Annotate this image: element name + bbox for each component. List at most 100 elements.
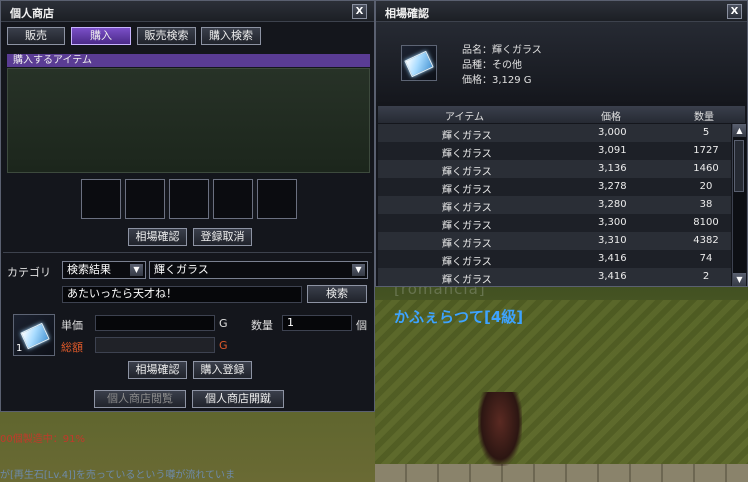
scroll-down-icon[interactable]: ▼ bbox=[733, 273, 746, 286]
market-header: 相場確認 X bbox=[376, 1, 747, 22]
item-slot-4[interactable] bbox=[213, 179, 253, 219]
personal-shop-window: 個人商店 X 販売 購入 販売検索 購入検索 購入するアイテム 相場確認 登録取… bbox=[0, 0, 375, 412]
column-price: 価格 bbox=[601, 112, 621, 123]
search-button[interactable]: 検索 bbox=[307, 285, 367, 303]
column-item: アイテム bbox=[445, 112, 484, 123]
table-cell-quantity: 38 bbox=[699, 199, 713, 210]
table-cell-item: 輝くガラス bbox=[442, 167, 492, 178]
table-cell-item: 輝くガラス bbox=[442, 221, 492, 232]
buy-item-list[interactable] bbox=[7, 68, 370, 173]
table-row[interactable]: 輝くガラス 3,280 38 bbox=[378, 196, 731, 214]
grass-ground bbox=[375, 300, 748, 482]
player-character[interactable] bbox=[478, 392, 522, 466]
table-cell-price: 3,000 bbox=[598, 127, 627, 138]
scrollbar[interactable]: ▲ ▼ bbox=[732, 124, 746, 286]
table-cell-price: 3,091 bbox=[598, 145, 627, 156]
purchase-register-button[interactable]: 購入登録 bbox=[193, 361, 252, 379]
item-select[interactable]: 輝くガラス ▼ bbox=[149, 261, 368, 279]
table-cell-price: 3,300 bbox=[598, 217, 627, 228]
table-row[interactable]: 輝くガラス 3,278 20 bbox=[378, 178, 731, 196]
stone-path bbox=[375, 464, 748, 482]
cancel-registration-button[interactable]: 登録取消 bbox=[193, 228, 252, 246]
table-cell-price: 3,310 bbox=[598, 235, 627, 246]
table-row[interactable]: 輝くガラス 3,136 1460 bbox=[378, 160, 731, 178]
glass-icon bbox=[20, 322, 50, 350]
table-header: アイテム 価格 数量 bbox=[378, 106, 745, 123]
stack-count: 1 bbox=[16, 343, 23, 354]
table-row[interactable]: 輝くガラス 3,000 5 bbox=[378, 124, 731, 142]
table-cell-item: 輝くガラス bbox=[442, 185, 492, 196]
shop-title: 個人商店 bbox=[10, 7, 54, 20]
item-select-value: 輝くガラス bbox=[154, 263, 209, 276]
category-select[interactable]: 検索結果 ▼ bbox=[62, 261, 146, 279]
table-cell-price: 3,278 bbox=[598, 181, 627, 192]
item-slot-5[interactable] bbox=[257, 179, 297, 219]
table-cell-item: 輝くガラス bbox=[442, 203, 492, 214]
table-cell-quantity: 1460 bbox=[693, 163, 719, 174]
table-row[interactable]: 輝くガラス 3,310 4382 bbox=[378, 232, 731, 250]
total-suffix: G bbox=[219, 339, 228, 352]
item-slot-2[interactable] bbox=[125, 179, 165, 219]
category-select-value: 検索結果 bbox=[67, 263, 111, 276]
close-icon[interactable]: X bbox=[727, 4, 742, 19]
table-row[interactable]: 輝くガラス 3,300 8100 bbox=[378, 214, 731, 232]
table-cell-price: 3,416 bbox=[598, 271, 627, 282]
market-check-button-top[interactable]: 相場確認 bbox=[128, 228, 187, 246]
table-cell-quantity: 1727 bbox=[693, 145, 719, 156]
table-cell-quantity: 8100 bbox=[693, 217, 719, 228]
close-icon[interactable]: X bbox=[352, 4, 367, 19]
unit-price-suffix: G bbox=[219, 317, 228, 330]
table-cell-price: 3,416 bbox=[598, 253, 627, 264]
table-cell-item: 輝くガラス bbox=[442, 275, 492, 286]
column-quantity: 数量 bbox=[694, 112, 714, 123]
table-cell-quantity: 20 bbox=[699, 181, 713, 192]
buy-items-section-bar: 購入するアイテム bbox=[7, 54, 370, 67]
item-icon bbox=[401, 45, 437, 81]
shop-header: 個人商店 X bbox=[1, 1, 374, 22]
item-kind: 品種：その他 bbox=[462, 60, 522, 71]
table-cell-item: 輝くガラス bbox=[442, 149, 492, 160]
item-slot-3[interactable] bbox=[169, 179, 209, 219]
table-row[interactable]: 輝くガラス 3,416 74 bbox=[378, 250, 731, 268]
scroll-thumb[interactable] bbox=[734, 140, 744, 192]
chat-line-1: 00個製造中：91% bbox=[0, 434, 85, 445]
market-title: 相場確認 bbox=[385, 7, 429, 20]
glass-icon bbox=[404, 50, 434, 78]
tab-sell[interactable]: 販売 bbox=[7, 27, 65, 45]
market-check-button[interactable]: 相場確認 bbox=[128, 361, 187, 379]
item-icon[interactable]: 1 bbox=[13, 314, 55, 356]
browse-shops-button[interactable]: 個人商店閲覧 bbox=[94, 390, 186, 408]
open-shop-button[interactable]: 個人商店開蹴 bbox=[192, 390, 284, 408]
tab-buy-search[interactable]: 購入検索 bbox=[201, 27, 261, 45]
search-input[interactable]: あたいったら天才ね！ bbox=[62, 286, 302, 303]
chat-line-2: が[再生石[Lv.4]]を売っているという噂が流れていま bbox=[0, 470, 236, 481]
scroll-up-icon[interactable]: ▲ bbox=[733, 124, 746, 137]
table-cell-quantity: 74 bbox=[699, 253, 713, 264]
divider bbox=[3, 252, 372, 253]
table-cell-item: 輝くガラス bbox=[442, 131, 492, 142]
table-cell-quantity: 4382 bbox=[693, 235, 719, 246]
chevron-down-icon[interactable]: ▼ bbox=[352, 264, 365, 276]
quantity-suffix: 個 bbox=[356, 319, 367, 332]
table-row[interactable]: 輝くガラス 3,416 2 bbox=[378, 268, 731, 286]
tab-sell-search[interactable]: 販売検索 bbox=[137, 27, 196, 45]
table-cell-price: 3,136 bbox=[598, 163, 627, 174]
table-cell-price: 3,280 bbox=[598, 199, 627, 210]
total-field bbox=[95, 337, 215, 353]
player-name: かふぇらつて[4級] bbox=[394, 308, 524, 326]
table-cell-quantity: 2 bbox=[702, 271, 710, 282]
unit-price-field[interactable] bbox=[95, 315, 215, 331]
category-label: カテゴリ bbox=[7, 266, 51, 279]
unit-price-label: 単価 bbox=[61, 319, 83, 332]
table-row[interactable]: 輝くガラス 3,091 1727 bbox=[378, 142, 731, 160]
item-name: 品名：輝くガラス bbox=[462, 45, 542, 56]
table-cell-item: 輝くガラス bbox=[442, 239, 492, 250]
tab-buy[interactable]: 購入 bbox=[71, 27, 131, 45]
item-slot-1[interactable] bbox=[81, 179, 121, 219]
table-cell-item: 輝くガラス bbox=[442, 257, 492, 268]
quantity-field[interactable]: 1 bbox=[282, 315, 352, 331]
total-label: 総額 bbox=[61, 341, 83, 354]
chevron-down-icon[interactable]: ▼ bbox=[130, 264, 143, 276]
item-price: 価格：3,129 G bbox=[462, 75, 532, 86]
quantity-label: 数量 bbox=[251, 319, 273, 332]
